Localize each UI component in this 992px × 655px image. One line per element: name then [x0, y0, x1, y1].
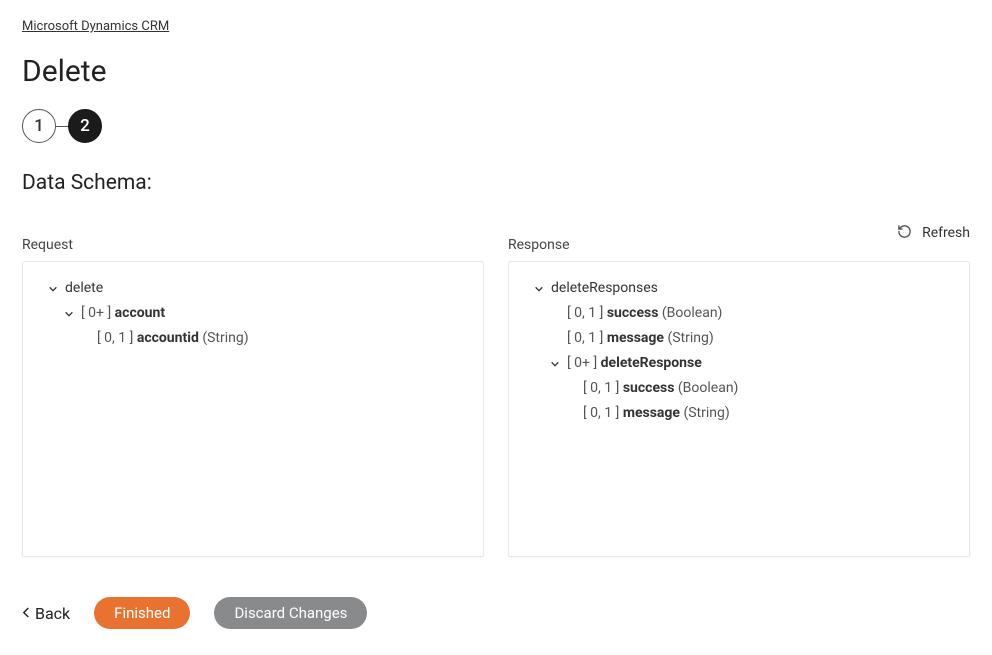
section-title: Data Schema: [22, 171, 970, 195]
tree-node-name: deleteResponses [551, 278, 658, 299]
cardinality: [ 0, 1 ] [97, 330, 133, 346]
tree-node-name: accountid [137, 330, 199, 346]
tree-row-message-top[interactable]: [ 0, 1 ] message (String) [527, 326, 951, 351]
back-button[interactable]: Back [22, 604, 70, 623]
cardinality: [ 0+ ] [567, 355, 597, 371]
page-title: Delete [22, 54, 970, 89]
tree-node-name: success [623, 380, 675, 396]
footer: Back Finished Discard Changes [22, 597, 970, 629]
tree-node-type: (Boolean) [678, 380, 739, 396]
cardinality: [ 0, 1 ] [583, 405, 619, 421]
step-connector [56, 126, 68, 127]
cardinality: [ 0+ ] [81, 305, 111, 321]
request-column: Request delete [ 0+ ] account [22, 245, 484, 557]
chevron-down-icon[interactable] [63, 309, 75, 319]
tree-node-name: delete [65, 278, 103, 299]
tree-node-name: account [115, 305, 165, 321]
finished-button[interactable]: Finished [94, 597, 190, 629]
tree-row-deleteresponse[interactable]: [ 0+ ] deleteResponse [527, 351, 951, 376]
step-1[interactable]: 1 [22, 109, 56, 143]
chevron-left-icon [22, 604, 31, 623]
cardinality: [ 0, 1 ] [567, 305, 603, 321]
tree-row-delete[interactable]: delete [41, 276, 465, 301]
tree-row-account[interactable]: [ 0+ ] account [41, 301, 465, 326]
response-column: Response deleteResponses [ 0, 1 ] succes… [508, 245, 970, 557]
tree-node-type: (Boolean) [662, 305, 723, 321]
back-label: Back [35, 604, 70, 623]
request-panel: delete [ 0+ ] account [ 0, 1 ] accountid… [22, 261, 484, 557]
tree-row-accountid[interactable]: [ 0, 1 ] accountid (String) [41, 326, 465, 351]
chevron-down-icon[interactable] [47, 284, 59, 294]
tree-node-name: success [607, 305, 659, 321]
tree-node-name: deleteResponse [601, 355, 702, 371]
stepper: 1 2 [22, 109, 970, 143]
discard-changes-button[interactable]: Discard Changes [214, 597, 367, 629]
tree-row-deleteresponses[interactable]: deleteResponses [527, 276, 951, 301]
tree-node-type: (String) [202, 330, 248, 346]
request-label: Request [22, 237, 484, 253]
response-panel: deleteResponses [ 0, 1 ] success (Boolea… [508, 261, 970, 557]
cardinality: [ 0, 1 ] [583, 380, 619, 396]
tree-row-success-inner[interactable]: [ 0, 1 ] success (Boolean) [527, 376, 951, 401]
breadcrumb-link[interactable]: Microsoft Dynamics CRM [22, 19, 169, 34]
tree-row-message-inner[interactable]: [ 0, 1 ] message (String) [527, 401, 951, 426]
tree-node-name: message [623, 405, 680, 421]
chevron-down-icon[interactable] [549, 359, 561, 369]
tree-node-type: (String) [667, 330, 713, 346]
chevron-down-icon[interactable] [533, 284, 545, 294]
tree-row-success-top[interactable]: [ 0, 1 ] success (Boolean) [527, 301, 951, 326]
cardinality: [ 0, 1 ] [567, 330, 603, 346]
tree-node-type: (String) [683, 405, 729, 421]
tree-node-name: message [607, 330, 664, 346]
step-2[interactable]: 2 [68, 109, 102, 143]
response-label: Response [508, 237, 970, 253]
